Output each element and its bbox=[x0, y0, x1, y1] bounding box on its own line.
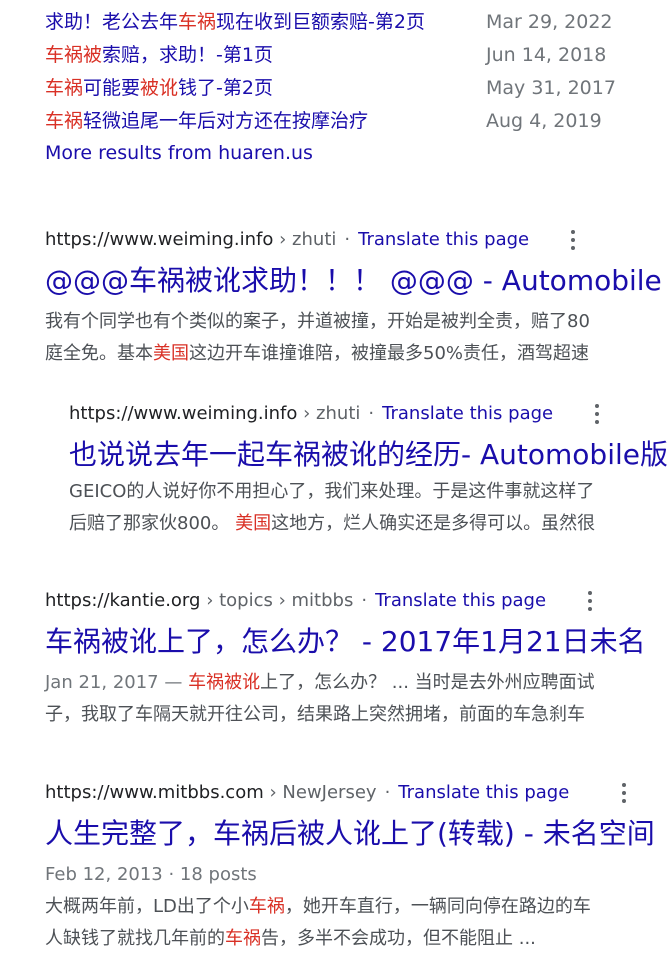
sub-result-date: May 31, 2017 bbox=[486, 77, 616, 99]
result-path: › zhuti bbox=[279, 229, 337, 250]
highlighted-text: 被讹 bbox=[140, 77, 179, 99]
result-meta: Feb 12, 2013 · 18 posts bbox=[45, 864, 257, 885]
sub-result-date: Mar 29, 2022 bbox=[486, 11, 613, 33]
translate-link[interactable]: Translate this page bbox=[398, 782, 569, 803]
separator-dot: · bbox=[384, 782, 391, 803]
text-segment: Jan 21, 2017 — bbox=[45, 672, 189, 693]
result-title[interactable]: @@@车祸被讹求助！！！ @@@ - Automobile bbox=[45, 263, 662, 299]
translate-link[interactable]: Translate this page bbox=[382, 403, 553, 424]
highlighted-text: 车祸 bbox=[225, 928, 261, 949]
more-results-link[interactable]: More results from huaren.us bbox=[45, 142, 313, 164]
more-options-icon[interactable] bbox=[578, 589, 602, 613]
text-segment: 这地方，烂人确实还是多得可以。虽然很 bbox=[271, 513, 596, 534]
separator-dot: · bbox=[361, 590, 368, 611]
result-site[interactable]: https://www.weiming.info bbox=[69, 403, 297, 424]
sub-result-link[interactable]: 车祸轻微追尾一年后对方还在按摩治疗 bbox=[45, 105, 368, 138]
text-segment: 子，我取了车隔天就开往公司，结果路上突然拥堵，前面的车急刹车 bbox=[45, 704, 585, 725]
text-segment: 这边开车谁撞谁陪，被撞最多50%责任，酒驾超速 bbox=[189, 343, 590, 364]
highlighted-text: 车祸 bbox=[248, 896, 285, 917]
result-cite: https://www.mitbbs.com › NewJersey · Trans… bbox=[45, 781, 569, 805]
result-snippet-line: 庭全免。基本美国这边开车谁撞谁陪，被撞最多50%责任，酒驾超速 bbox=[45, 338, 589, 370]
result-path: › NewJersey bbox=[269, 782, 377, 803]
text-segment: 求助！老公去年 bbox=[45, 11, 179, 33]
sub-result-row: 求助！老公去年车祸现在收到巨额索赔-第2页 Mar 29, 2022 bbox=[45, 6, 669, 39]
result-title[interactable]: 车祸被讹上了，怎么办？ - 2017年1月21日未名 bbox=[45, 624, 646, 660]
text-segment: 庭全免。基本 bbox=[45, 343, 153, 364]
highlighted-text: 车祸 bbox=[45, 77, 84, 99]
text-segment: GEICO的人说好你不用担心了，我们来处理。于是这件事就这样了 bbox=[69, 481, 595, 502]
result-snippet-line: Jan 21, 2017 — 车祸被讹上了，怎么办？ ... 当时是去外州应聘面… bbox=[45, 667, 595, 699]
highlighted-text: 被 bbox=[83, 44, 103, 66]
text-segment: 轻微追尾一年后对方还在按摩治疗 bbox=[83, 110, 369, 132]
highlighted-text: 车祸被讹 bbox=[188, 672, 261, 693]
text-segment: 上了，怎么办？ ... 当时是去外州应聘面试 bbox=[260, 672, 595, 693]
result-cite: https://www.weiming.info › zhuti · Transla… bbox=[69, 402, 553, 426]
result-snippet-line: 子，我取了车隔天就开往公司，结果路上突然拥堵，前面的车急刹车 bbox=[45, 699, 585, 731]
sub-result-date: Jun 14, 2018 bbox=[486, 44, 607, 66]
result-site[interactable]: https://www.mitbbs.com bbox=[45, 782, 264, 803]
result-title[interactable]: 人生完整了，车祸后被人讹上了(转载) - 未名空间 bbox=[45, 816, 655, 852]
highlighted-text: 车祸 bbox=[178, 11, 217, 33]
text-segment: 索赔，求助！-第1页 bbox=[102, 44, 273, 66]
separator-dot: · bbox=[368, 403, 375, 424]
result-cite: https://www.weiming.info › zhuti · Transla… bbox=[45, 228, 529, 252]
result-snippet-line: 我有个同学也有个类似的案子，并道被撞，开始是被判全责，赔了80 bbox=[45, 306, 590, 338]
text-segment: ，她开车直行，一辆同向停在路边的车 bbox=[284, 896, 591, 917]
text-segment: 钱了-第2页 bbox=[178, 77, 273, 99]
highlighted-text: 车祸 bbox=[45, 110, 84, 132]
more-options-icon[interactable] bbox=[561, 228, 585, 252]
translate-link[interactable]: Translate this page bbox=[358, 229, 529, 250]
separator-dot: · bbox=[344, 229, 351, 250]
sub-result-link[interactable]: 求助！老公去年车祸现在收到巨额索赔-第2页 bbox=[45, 6, 425, 39]
sub-result-row: 车祸可能要被讹钱了-第2页 May 31, 2017 bbox=[45, 72, 669, 105]
sub-result-row: 车祸轻微追尾一年后对方还在按摩治疗 Aug 4, 2019 bbox=[45, 105, 669, 138]
result-snippet-line: 大概两年前，LD出了个小车祸，她开车直行，一辆同向停在路边的车 bbox=[45, 891, 591, 923]
result-snippet-line: 后赔了那家伙800。 美国这地方，烂人确实还是多得可以。虽然很 bbox=[69, 508, 595, 540]
result-path: › zhuti bbox=[303, 403, 361, 424]
text-segment: 人缺钱了就找几年前的 bbox=[45, 928, 225, 949]
more-options-icon[interactable] bbox=[585, 402, 609, 426]
sub-result-link[interactable]: 车祸可能要被讹钱了-第2页 bbox=[45, 72, 273, 105]
text-segment: 我有个同学也有个类似的案子，并道被撞，开始是被判全责，赔了80 bbox=[45, 311, 590, 332]
result-site[interactable]: https://kantie.org bbox=[45, 590, 200, 611]
sub-result-row: 车祸被索赔，求助！-第1页 Jun 14, 2018 bbox=[45, 39, 669, 72]
result-title[interactable]: 也说说去年一起车祸被讹的经历- Automobile版 bbox=[69, 437, 668, 473]
translate-link[interactable]: Translate this page bbox=[375, 590, 546, 611]
text-segment: 告，多半不会成功，但不能阻止 ... bbox=[261, 928, 536, 949]
highlighted-text: 车祸 bbox=[45, 44, 84, 66]
text-segment: 可能要 bbox=[83, 77, 141, 99]
result-snippet-line: 人缺钱了就找几年前的车祸告，多半不会成功，但不能阻止 ... bbox=[45, 923, 536, 955]
more-options-icon[interactable] bbox=[612, 781, 636, 805]
text-segment: 现在收到巨额索赔-第2页 bbox=[216, 11, 425, 33]
text-segment: 大概两年前，LD出了个小 bbox=[45, 896, 249, 917]
result-snippet-line: GEICO的人说好你不用担心了，我们来处理。于是这件事就这样了 bbox=[69, 476, 594, 508]
highlighted-text: 美国 bbox=[235, 513, 272, 534]
result-path: › topics › mitbbs bbox=[206, 590, 354, 611]
result-site[interactable]: https://www.weiming.info bbox=[45, 229, 273, 250]
sub-result-date: Aug 4, 2019 bbox=[486, 110, 602, 132]
text-segment: 后赔了那家伙800。 bbox=[69, 513, 236, 534]
result-cite: https://kantie.org › topics › mitbbs · Tra… bbox=[45, 589, 546, 613]
highlighted-text: 美国 bbox=[153, 343, 189, 364]
sub-result-link[interactable]: 车祸被索赔，求助！-第1页 bbox=[45, 39, 273, 72]
